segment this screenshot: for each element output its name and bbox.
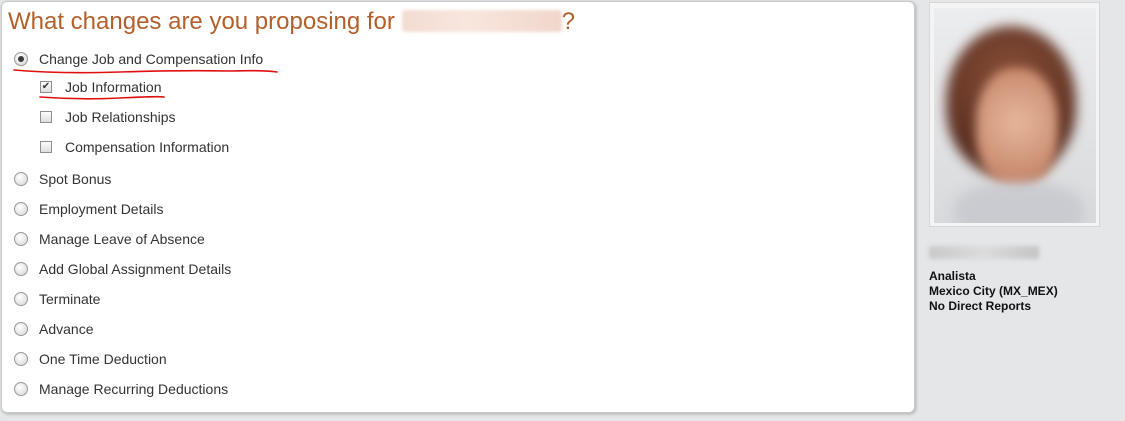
radio-manage-leave[interactable]: [14, 232, 28, 246]
option-global-assignment[interactable]: Add Global Assignment Details: [14, 261, 231, 277]
radio-one-time-deduction[interactable]: [14, 352, 28, 366]
option-label: Employment Details: [39, 201, 164, 217]
profile-direct-reports: No Direct Reports: [929, 299, 1032, 313]
radio-global-assignment[interactable]: [14, 262, 28, 276]
radio-terminate[interactable]: [14, 292, 28, 306]
radio-recurring-deductions[interactable]: [14, 382, 28, 396]
radio-employment-details[interactable]: [14, 202, 28, 216]
radio-spot-bonus[interactable]: [14, 172, 28, 186]
option-label: Job Information: [65, 79, 162, 95]
option-label: Add Global Assignment Details: [39, 261, 232, 277]
option-label: Advance: [39, 321, 94, 337]
option-label: Manage Leave of Absence: [39, 231, 205, 247]
option-advance[interactable]: Advance: [14, 321, 93, 337]
checkbox-compensation-information[interactable]: [40, 141, 52, 153]
profile-job-title: Analista: [929, 269, 976, 283]
option-job-relationships[interactable]: Job Relationships: [40, 109, 176, 125]
option-label: One Time Deduction: [39, 351, 167, 367]
profile-photo: [934, 8, 1096, 223]
option-compensation-information[interactable]: Compensation Information: [40, 139, 229, 155]
page-title: What changes are you proposing for ?: [8, 8, 575, 36]
option-employment-details[interactable]: Employment Details: [14, 201, 164, 217]
title-suffix: ?: [561, 8, 575, 35]
blurred-profile-name: [929, 246, 1039, 259]
option-label: Spot Bonus: [39, 171, 112, 187]
option-label: Job Relationships: [65, 109, 176, 125]
option-one-time-deduction[interactable]: One Time Deduction: [14, 351, 167, 367]
option-label: Terminate: [39, 291, 101, 307]
option-recurring-deductions[interactable]: Manage Recurring Deductions: [14, 381, 228, 397]
option-label: Manage Recurring Deductions: [39, 381, 229, 397]
profile-photo-frame: [929, 2, 1100, 227]
checkbox-job-information[interactable]: ✔: [40, 81, 52, 93]
option-label: Change Job and Compensation Info: [39, 51, 264, 67]
checkbox-job-relationships[interactable]: [40, 111, 52, 123]
option-change-job[interactable]: Change Job and Compensation Info: [14, 51, 263, 67]
blurred-employee-name: [401, 10, 562, 32]
option-manage-leave[interactable]: Manage Leave of Absence: [14, 231, 205, 247]
option-spot-bonus[interactable]: Spot Bonus: [14, 171, 111, 187]
option-terminate[interactable]: Terminate: [14, 291, 100, 307]
option-job-information[interactable]: ✔ Job Information: [40, 79, 162, 95]
profile-location: Mexico City (MX_MEX): [929, 284, 1058, 298]
title-prefix: What changes are you proposing for: [8, 8, 402, 35]
radio-change-job[interactable]: [14, 52, 28, 66]
option-label: Compensation Information: [65, 139, 230, 155]
radio-advance[interactable]: [14, 322, 28, 336]
